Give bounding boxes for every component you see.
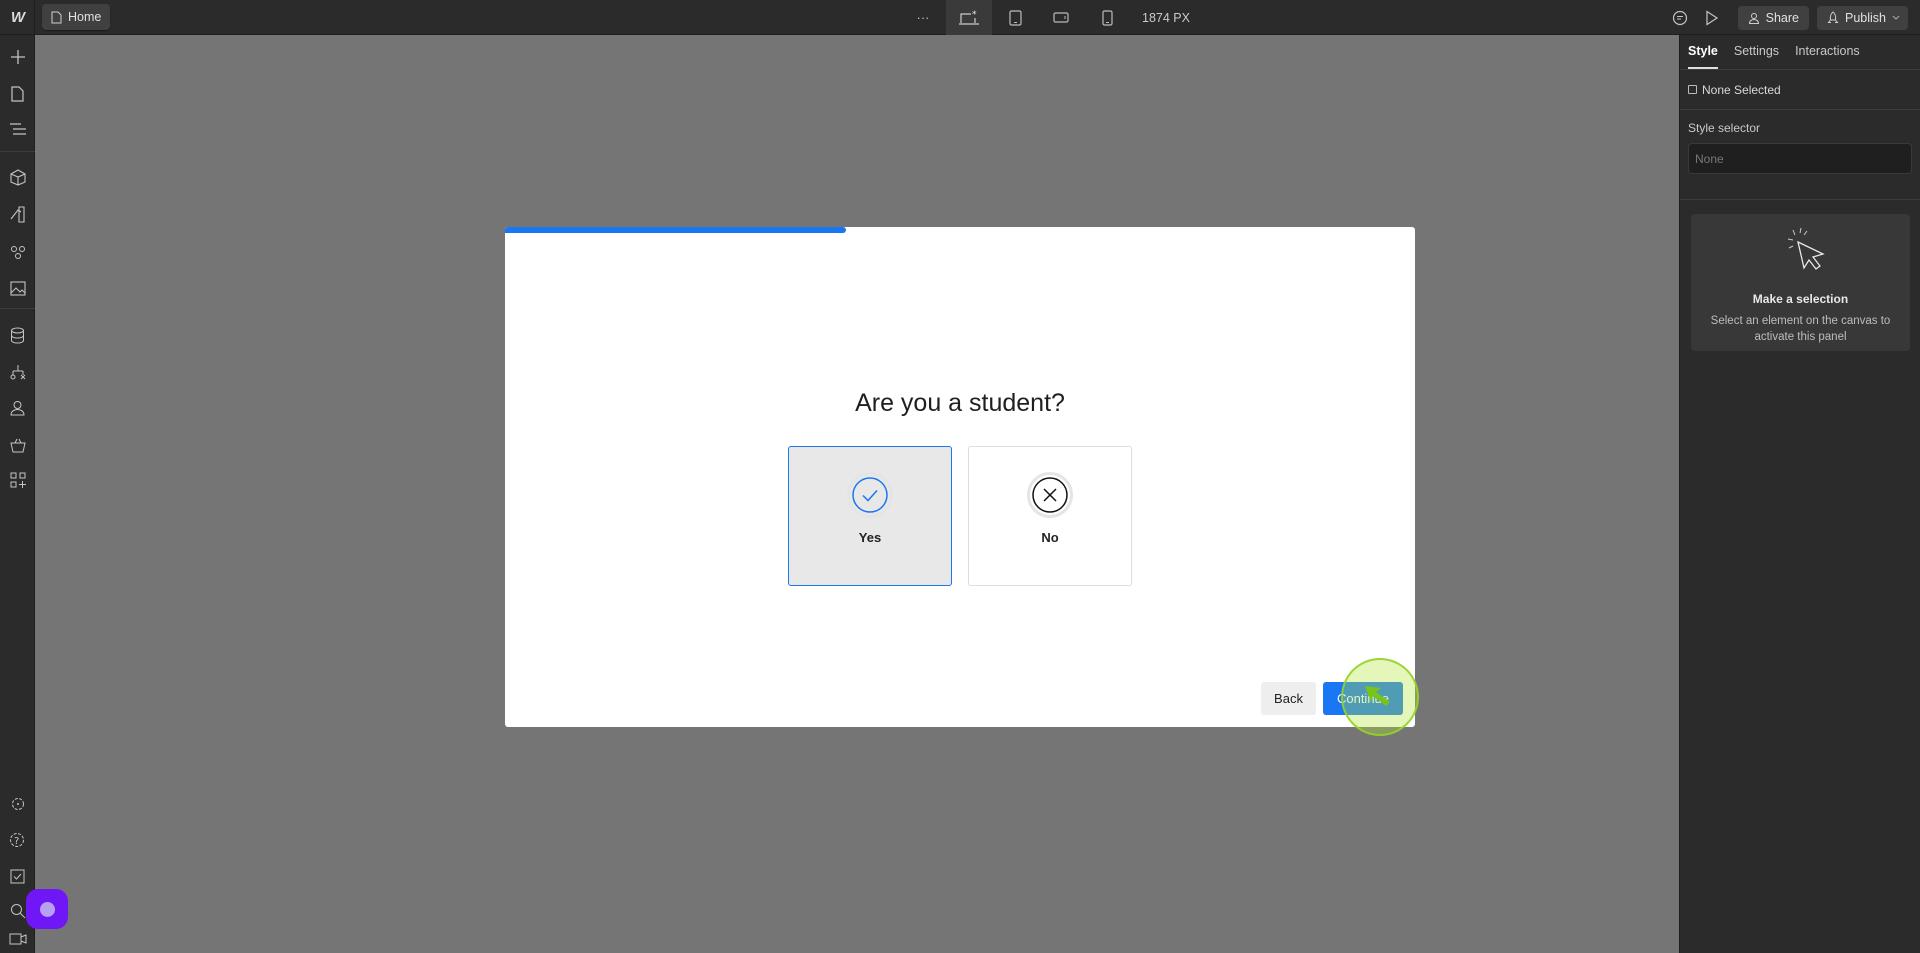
navigator-button[interactable] — [0, 114, 35, 144]
option-no[interactable]: No — [968, 446, 1132, 586]
checkbox-icon — [1688, 85, 1697, 94]
logic-flow-icon — [10, 364, 25, 379]
mobile-portrait-icon — [1101, 9, 1113, 26]
divider — [0, 308, 35, 309]
checkbox-icon — [10, 869, 25, 883]
share-button[interactable]: Share — [1737, 5, 1809, 30]
breakpoint-tablet[interactable] — [992, 0, 1038, 35]
left-toolbar: ? — [0, 35, 35, 953]
canvas-width-readout: 1874 PX — [1142, 10, 1190, 25]
svg-text:*: * — [972, 10, 977, 20]
droplets-icon — [10, 245, 25, 259]
plus-icon — [10, 50, 25, 64]
logic-button[interactable] — [0, 357, 35, 387]
logo-text: W — [10, 9, 25, 26]
video-camera-icon — [9, 933, 26, 945]
publish-label: Publish — [1845, 10, 1886, 25]
database-icon — [11, 327, 24, 344]
swatch-icon — [10, 205, 25, 223]
variables-button[interactable] — [0, 236, 35, 266]
page-icon — [11, 86, 24, 102]
assets-button[interactable] — [0, 273, 35, 303]
apps-button[interactable] — [0, 465, 35, 495]
selection-status: None Selected — [1680, 70, 1920, 110]
student-question-modal: Are you a student? Yes No Back Continue — [505, 227, 1415, 727]
settings-button[interactable] — [0, 789, 35, 819]
back-button[interactable]: Back — [1261, 682, 1316, 715]
page-icon — [51, 11, 62, 23]
apps-icon — [10, 472, 26, 488]
user-icon — [10, 401, 25, 416]
webflow-logo[interactable]: W — [0, 0, 35, 35]
empty-state-description: Select an element on the canvas to activ… — [1710, 315, 1891, 343]
cursor-highlight — [1341, 658, 1419, 736]
assistant-dot-icon — [39, 901, 55, 917]
cube-icon — [9, 168, 26, 186]
image-icon — [10, 280, 26, 296]
gear-icon — [11, 798, 24, 810]
share-label: Share — [1765, 10, 1799, 25]
option-yes[interactable]: Yes — [788, 446, 952, 586]
tab-style[interactable]: Style — [1688, 35, 1718, 69]
question-heading: Are you a student? — [855, 389, 1065, 417]
help-icon: ? — [10, 832, 24, 847]
more-options-button[interactable]: ··· — [900, 0, 946, 35]
floating-assistant-button[interactable] — [26, 889, 68, 929]
style-manager-button[interactable] — [0, 199, 35, 229]
empty-state-title: Make a selection — [1752, 292, 1849, 306]
style-selector-section: Style selector None — [1680, 110, 1920, 200]
none-selected-label: None Selected — [1702, 82, 1781, 97]
top-bar: W Home ··· * 1874 PX Share Publish — [0, 0, 1920, 35]
comment-icon — [1672, 10, 1687, 25]
right-panel: Style Settings Interactions None Selecte… — [1679, 35, 1920, 953]
breakpoint-mobile-landscape[interactable] — [1038, 0, 1084, 35]
mobile-landscape-icon — [1053, 12, 1069, 23]
breakpoint-mobile-portrait[interactable] — [1084, 0, 1130, 35]
tab-settings[interactable]: Settings — [1734, 35, 1779, 69]
navigator-icon — [9, 123, 26, 135]
cms-button[interactable] — [0, 320, 35, 350]
check-circle-icon — [852, 477, 888, 513]
ecommerce-button[interactable] — [0, 430, 35, 460]
pointer-click-icon — [1787, 227, 1825, 270]
users-button[interactable] — [0, 393, 35, 423]
desktop-star-icon: * — [959, 10, 979, 25]
option-yes-label: Yes — [858, 530, 882, 545]
preview-button[interactable] — [1700, 6, 1724, 30]
style-selector-label: Style selector — [1688, 121, 1761, 135]
chevron-down-icon — [1892, 15, 1900, 20]
audit-button[interactable] — [0, 861, 35, 891]
pages-button[interactable] — [0, 79, 35, 109]
basket-icon — [9, 438, 26, 452]
video-tutorials-button[interactable] — [0, 923, 35, 953]
page-name: Home — [68, 10, 102, 24]
option-yes-icon-wrap — [847, 472, 893, 518]
panel-tabs: Style Settings Interactions — [1680, 35, 1920, 70]
empty-state-card: Make a selection Select an element on th… — [1691, 214, 1910, 351]
progress-bar — [505, 227, 847, 233]
cursor-arrow-icon — [1365, 686, 1390, 706]
tablet-icon — [1008, 9, 1022, 26]
comments-button[interactable] — [1668, 6, 1692, 30]
play-icon — [1706, 9, 1718, 26]
search-icon — [10, 904, 25, 919]
user-icon — [1748, 12, 1759, 24]
add-elements-button[interactable] — [0, 42, 35, 72]
top-right-actions: Share Publish — [1668, 0, 1920, 35]
tab-interactions[interactable]: Interactions — [1795, 35, 1860, 69]
svg-text:?: ? — [14, 836, 19, 847]
option-no-label: No — [1041, 530, 1059, 545]
publish-button[interactable]: Publish — [1817, 5, 1908, 30]
breakpoint-toolbar: ··· * 1874 PX — [900, 0, 1190, 35]
rocket-icon — [1827, 11, 1839, 23]
components-button[interactable] — [0, 162, 35, 192]
page-selector[interactable]: Home — [42, 4, 111, 30]
divider — [0, 151, 35, 152]
more-icon: ··· — [916, 10, 930, 25]
x-circle-icon — [1032, 477, 1068, 513]
help-button[interactable]: ? — [0, 824, 35, 854]
style-selector-input[interactable]: None — [1688, 143, 1912, 174]
option-no-icon-wrap — [1027, 472, 1073, 518]
breakpoint-desktop-base[interactable]: * — [946, 0, 992, 35]
